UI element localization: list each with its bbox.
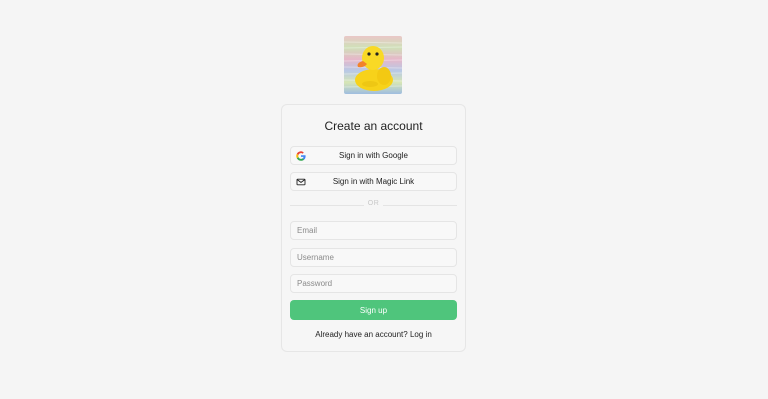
google-signin-label: Sign in with Google — [339, 151, 408, 160]
google-signin-button[interactable]: Sign in with Google — [290, 146, 457, 165]
divider-text: OR — [367, 200, 380, 207]
or-divider: OR — [290, 200, 457, 207]
sign-up-button[interactable]: Sign up — [290, 300, 457, 320]
google-icon — [296, 151, 306, 161]
login-prompt: Already have an account? Log in — [282, 330, 465, 339]
password-field[interactable] — [290, 274, 457, 293]
rubber-duck-logo-icon — [344, 36, 402, 94]
signup-card: Create an account Sign in with Google Si… — [281, 104, 466, 352]
email-field[interactable] — [290, 221, 457, 240]
page-title: Create an account — [324, 119, 423, 133]
magic-link-label: Sign in with Magic Link — [332, 177, 415, 186]
mail-icon — [296, 178, 306, 186]
magic-link-button[interactable]: Sign in with Magic Link — [290, 172, 457, 191]
login-link[interactable]: Log in — [410, 330, 432, 339]
username-field[interactable] — [290, 248, 457, 267]
logo — [344, 36, 402, 94]
login-prompt-text: Already have an account? — [315, 330, 408, 339]
